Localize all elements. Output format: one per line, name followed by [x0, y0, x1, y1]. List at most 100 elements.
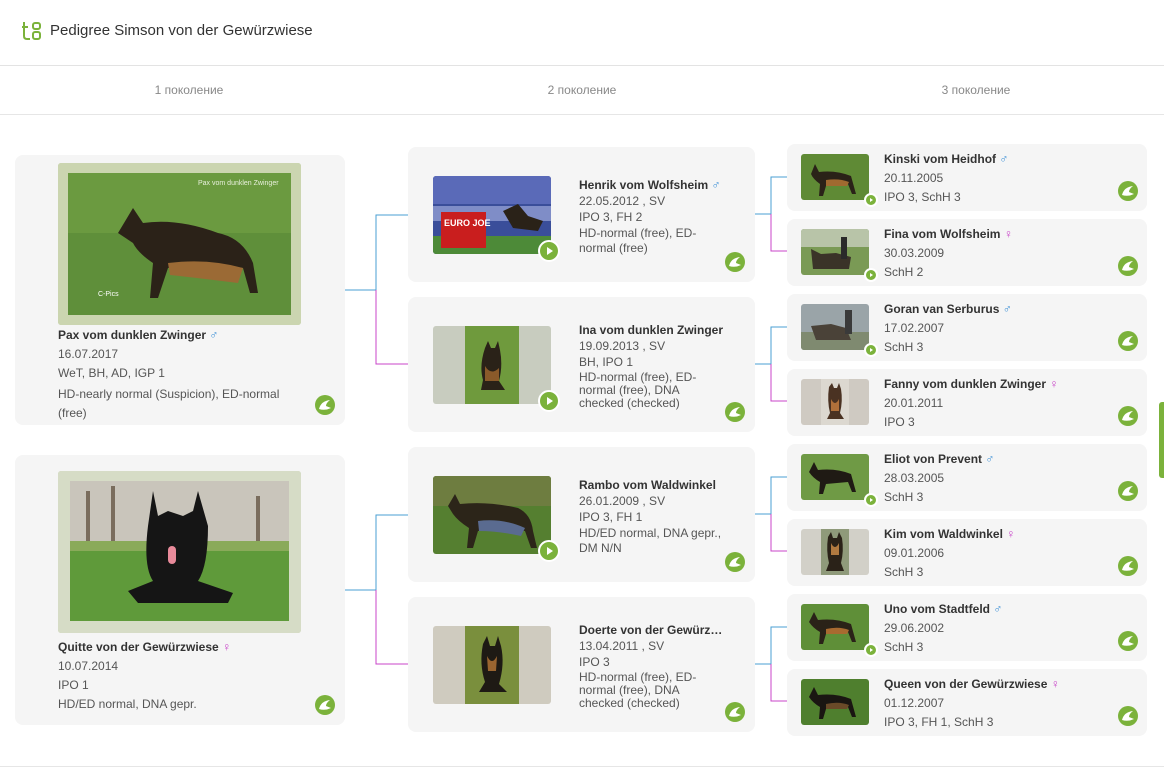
dog-name-text[interactable]: Fina vom Wolfsheim: [884, 227, 1000, 241]
pedigree-expand-icon[interactable]: [1118, 256, 1138, 276]
dog-photo-queen[interactable]: [801, 679, 869, 725]
dog-photo-goran[interactable]: [801, 304, 869, 350]
dog-name-text[interactable]: Pax vom dunklen Zwinger: [58, 328, 206, 342]
video-play-icon[interactable]: [864, 268, 878, 282]
pedigree-card-ina[interactable]: Ina vom dunklen Zwinger 19.09.2013 , SV …: [408, 297, 755, 432]
dog-name[interactable]: Eliot von Prevent ♂: [884, 452, 1124, 466]
dog-photo-quitte[interactable]: [58, 471, 301, 633]
dog-name-text[interactable]: Eliot von Prevent: [884, 452, 982, 466]
dog-birthdate: 29.06.2002: [884, 621, 945, 635]
video-play-icon[interactable]: [864, 193, 878, 207]
pedigree-expand-icon[interactable]: [315, 695, 335, 715]
pedigree-expand-icon[interactable]: [725, 252, 745, 272]
pedigree-card-kim[interactable]: Kim vom Waldwinkel ♀ 09.01.2006 SchH 3: [787, 519, 1147, 586]
pedigree-card-goran[interactable]: Goran van Serburus ♂ 17.02.2007 SchH 3: [787, 294, 1147, 361]
dog-birthdate: 28.03.2005: [884, 471, 945, 485]
female-icon: ♀: [1050, 677, 1060, 691]
dog-name[interactable]: Rambo vom Waldwinkel: [579, 478, 731, 492]
dog-photo-pax[interactable]: Pax vom dunklen Zwinger C-Pics: [58, 163, 301, 325]
dog-health: HD-normal (free), ED-normal (free): [579, 226, 697, 255]
dog-titles: SchH 3: [884, 490, 924, 504]
male-icon: ♂: [1002, 302, 1012, 316]
dog-name-text[interactable]: Henrik vom Wolfsheim: [579, 178, 708, 192]
dog-name-text[interactable]: Kim vom Waldwinkel: [884, 527, 1003, 541]
pedigree-card-kinski[interactable]: Kinski vom Heidhof ♂ 20.11.2005 IPO 3, S…: [787, 144, 1147, 211]
video-play-icon[interactable]: [864, 493, 878, 507]
pedigree-card-quitte[interactable]: Quitte von der Gewürzwiese ♀ 10.07.2014 …: [15, 455, 345, 725]
dog-name[interactable]: Pax vom dunklen Zwinger ♂: [58, 328, 298, 342]
dog-name-text[interactable]: Fanny vom dunklen Zwinger: [884, 377, 1046, 391]
pedigree-card-eliot[interactable]: Eliot von Prevent ♂ 28.03.2005 SchH 3: [787, 444, 1147, 511]
pedigree-card-uno[interactable]: Uno vom Stadtfeld ♂ 29.06.2002 SchH 3: [787, 594, 1147, 661]
female-icon: ♀: [1006, 527, 1016, 541]
connector-rambo-sire: [755, 476, 787, 515]
dog-name-text[interactable]: Uno vom Stadtfeld: [884, 602, 990, 616]
pedigree-card-rambo[interactable]: Rambo vom Waldwinkel 26.01.2009 , SV IPO…: [408, 447, 755, 582]
dog-name[interactable]: Doerte von der Gewürzwiese: [579, 623, 731, 637]
pedigree-card-henrik[interactable]: EURO JOE Henrik vom Wolfsheim ♂ 22.05.20…: [408, 147, 755, 282]
dog-photo-fanny[interactable]: [801, 379, 869, 425]
pedigree-expand-icon[interactable]: [315, 395, 335, 415]
dog-name-text[interactable]: Queen von der Gewürzwiese: [884, 677, 1047, 691]
connector-ina-sire: [755, 326, 787, 365]
dog-photo-fina[interactable]: [801, 229, 869, 275]
pedigree-expand-icon[interactable]: [725, 702, 745, 722]
dog-photo-rambo[interactable]: [433, 476, 551, 554]
dog-photo-doerte[interactable]: [433, 626, 551, 704]
pedigree-expand-icon[interactable]: [1118, 631, 1138, 651]
dog-titles: SchH 2: [884, 265, 924, 279]
dog-photo-kinski[interactable]: [801, 154, 869, 200]
dog-name-text[interactable]: Kinski vom Heidhof: [884, 152, 996, 166]
dog-name[interactable]: Fina vom Wolfsheim ♀: [884, 227, 1124, 241]
dog-name-text[interactable]: Goran van Serburus: [884, 302, 999, 316]
video-play-icon[interactable]: [538, 240, 560, 262]
pedigree-expand-icon[interactable]: [1118, 481, 1138, 501]
pedigree-card-fanny[interactable]: Fanny vom dunklen Zwinger ♀ 20.01.2011 I…: [787, 369, 1147, 436]
male-icon: ♂: [985, 452, 995, 466]
dog-name[interactable]: Ina vom dunklen Zwinger: [579, 323, 731, 337]
pedigree-expand-icon[interactable]: [1118, 556, 1138, 576]
video-play-icon[interactable]: [864, 343, 878, 357]
pedigree-expand-icon[interactable]: [1118, 706, 1138, 726]
dog-titles: WeT, BH, AD, IGP 1: [58, 366, 165, 380]
dog-name[interactable]: Goran van Serburus ♂: [884, 302, 1124, 316]
dog-titles: SchH 3: [884, 640, 924, 654]
dog-name[interactable]: Uno vom Stadtfeld ♂: [884, 602, 1124, 616]
pedigree-card-pax[interactable]: Pax vom dunklen Zwinger C-Pics Pax vom d…: [15, 155, 345, 425]
dog-birthdate: 22.05.2012 , SV: [579, 194, 666, 208]
pedigree-expand-icon[interactable]: [1118, 181, 1138, 201]
pedigree-expand-icon[interactable]: [725, 402, 745, 422]
pedigree-card-fina[interactable]: Fina vom Wolfsheim ♀ 30.03.2009 SchH 2: [787, 219, 1147, 286]
dog-photo-kim[interactable]: [801, 529, 869, 575]
pedigree-expand-icon[interactable]: [725, 552, 745, 572]
video-play-icon[interactable]: [538, 540, 560, 562]
side-panel-handle[interactable]: [1159, 402, 1164, 478]
male-icon: ♂: [993, 602, 1003, 616]
dog-photo-uno[interactable]: [801, 604, 869, 650]
pedigree-card-queen[interactable]: Queen von der Gewürzwiese ♀ 01.12.2007 I…: [787, 669, 1147, 736]
photo-caption: C-Pics: [98, 291, 119, 298]
dog-photo-henrik[interactable]: EURO JOE: [433, 176, 551, 254]
pedigree-expand-icon[interactable]: [1118, 406, 1138, 426]
video-play-icon[interactable]: [864, 643, 878, 657]
male-icon: ♂: [999, 152, 1009, 166]
pedigree-card-doerte[interactable]: Doerte von der Gewürzwiese 13.04.2011 , …: [408, 597, 755, 732]
dog-name-text[interactable]: Quitte von der Gewürzwiese: [58, 640, 219, 654]
male-icon: ♂: [209, 328, 219, 342]
dog-health: HD/ED normal, DNA gepr., DM N/N: [579, 526, 722, 555]
dog-name[interactable]: Fanny vom dunklen Zwinger ♀: [884, 377, 1124, 391]
dog-name[interactable]: Kinski vom Heidhof ♂: [884, 152, 1124, 166]
dog-titles: IPO 3, FH 2: [579, 210, 643, 224]
dog-photo-eliot[interactable]: [801, 454, 869, 500]
pedigree-expand-icon[interactable]: [1118, 331, 1138, 351]
dog-titles: IPO 3: [579, 655, 610, 669]
dog-photo-ina[interactable]: [433, 326, 551, 404]
dog-name[interactable]: Queen von der Gewürzwiese ♀: [884, 677, 1124, 691]
dog-name[interactable]: Henrik vom Wolfsheim ♂: [579, 178, 739, 192]
video-play-icon[interactable]: [538, 390, 560, 412]
dog-name[interactable]: Quitte von der Gewürzwiese ♀: [58, 640, 298, 654]
photo-banner-text: EURO JOE: [444, 218, 491, 228]
bottom-divider: [0, 766, 1164, 767]
dog-name[interactable]: Kim vom Waldwinkel ♀: [884, 527, 1124, 541]
dog-health: HD-normal (free), ED-normal (free), DNA …: [579, 371, 697, 410]
